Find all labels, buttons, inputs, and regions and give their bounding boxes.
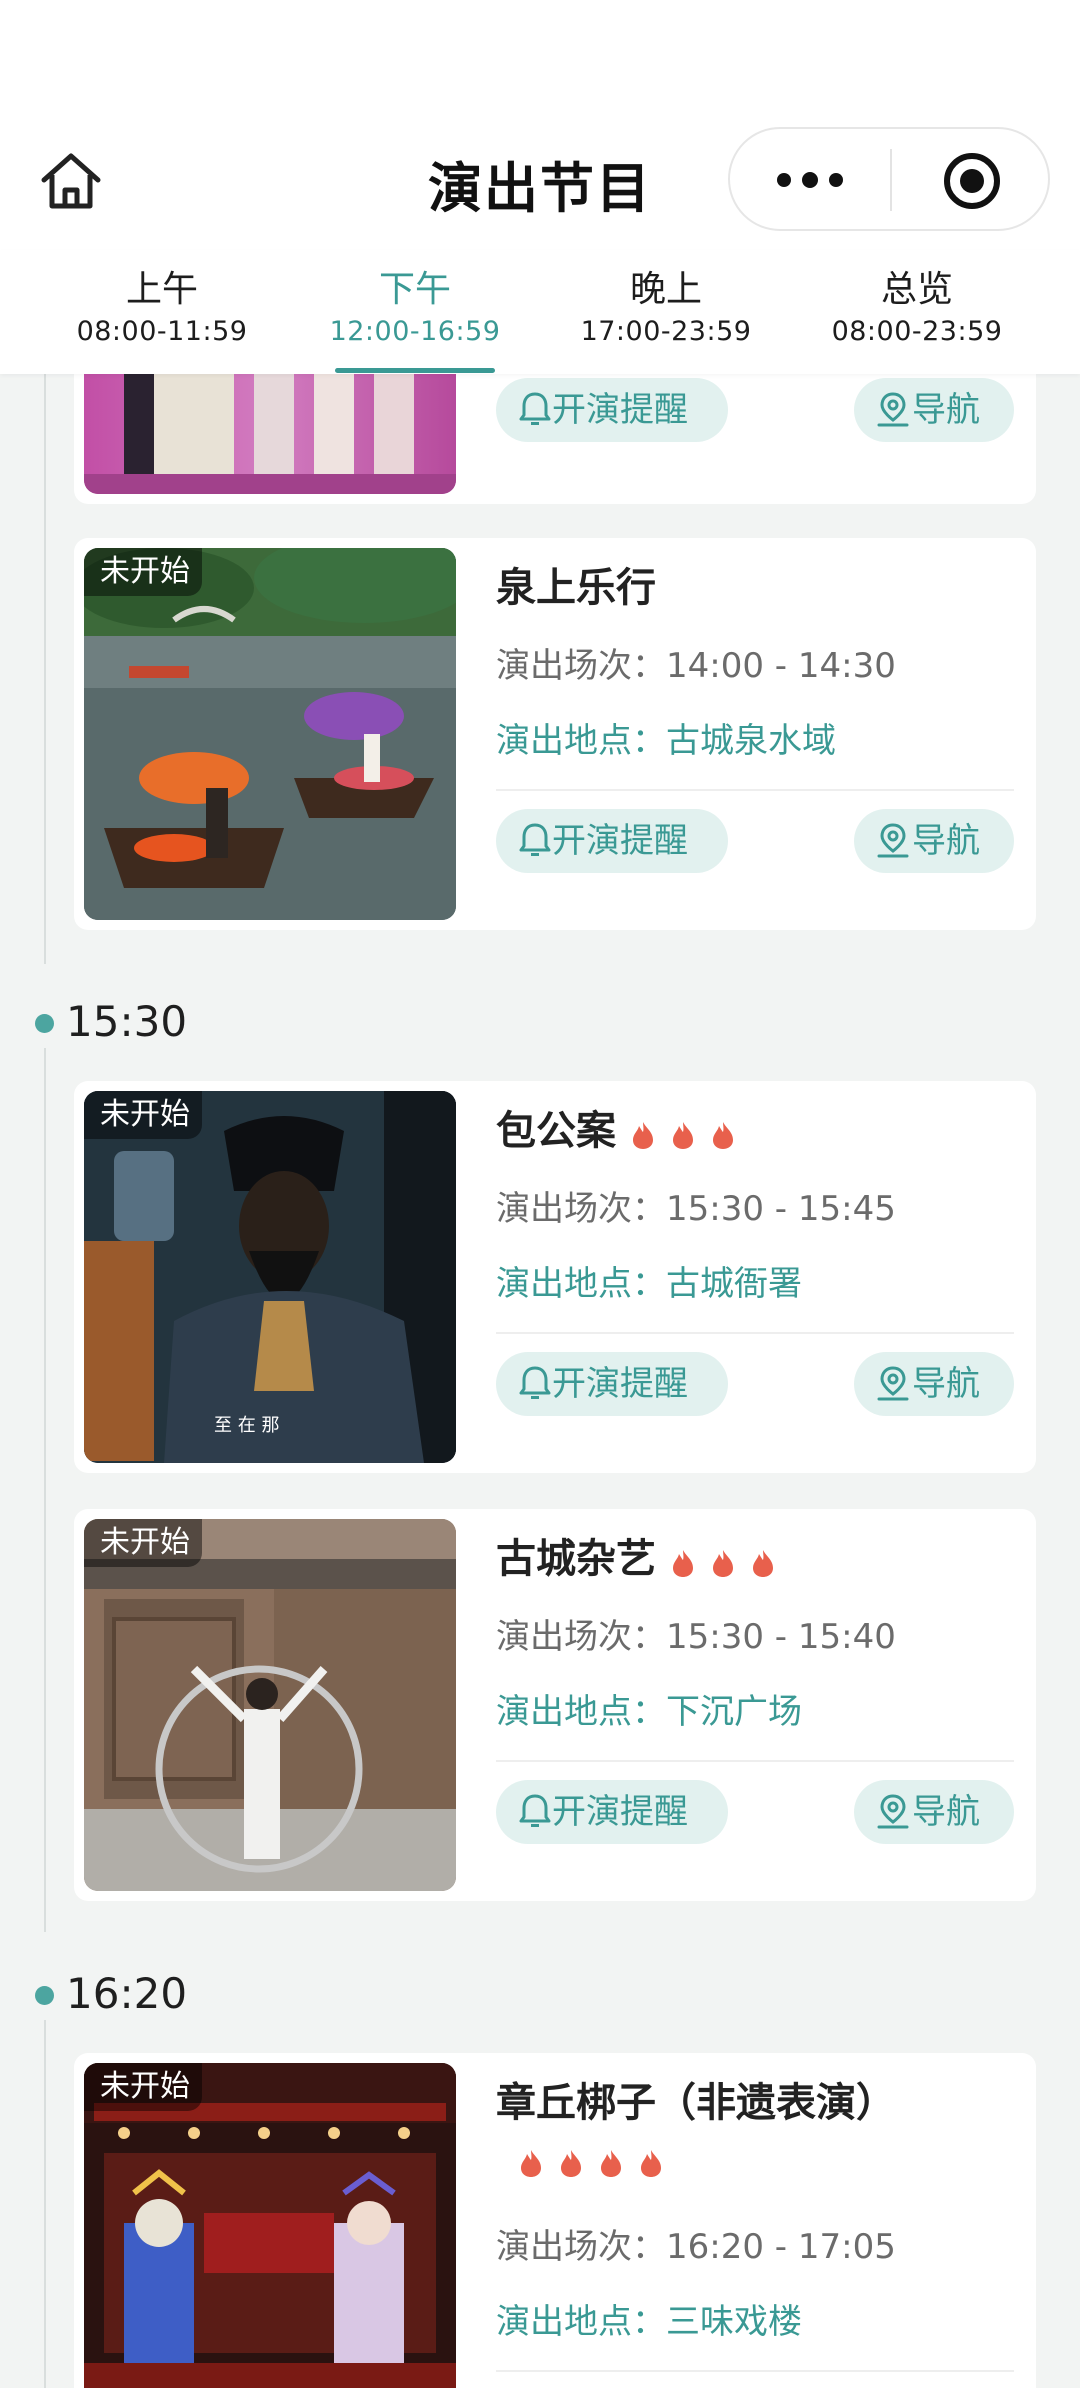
tab-time: 08:00-11:59 bbox=[76, 316, 248, 347]
navigate-button[interactable]: 导航 bbox=[854, 1352, 1014, 1416]
program-card[interactable]: 至 在 那 未开始 包公案 演出场次：15:30 - 15:45 演出地点：古城… bbox=[74, 1081, 1036, 1473]
program-card[interactable]: 未开始 章丘梆子（非遗表演） 演出场次：16:20 - 17:05 演出地点：三… bbox=[74, 2053, 1036, 2388]
capsule-divider bbox=[890, 149, 892, 211]
fire-icon bbox=[712, 1122, 733, 1149]
fire-icon bbox=[712, 1550, 733, 1577]
fire-icon bbox=[752, 1550, 773, 1577]
status-badge: 未开始 bbox=[84, 2063, 202, 2111]
program-image: 未开始 bbox=[84, 548, 456, 920]
program-card[interactable]: 未开始 泉上乐行 演出场次：14:00 - 14:30 演出地点：古城泉水域 开… bbox=[74, 538, 1036, 930]
tab-label: 上午 bbox=[125, 269, 198, 310]
card-divider bbox=[496, 1760, 1014, 1762]
time-tabs: 上午 08:00-11:59 下午 12:00-16:59 晚上 17:00-2… bbox=[0, 250, 1080, 374]
more-dots-icon bbox=[777, 172, 843, 188]
location-pin-icon bbox=[877, 1365, 909, 1400]
program-location: 演出地点：三味戏楼 bbox=[496, 2302, 802, 2342]
location-pin-icon bbox=[877, 391, 909, 426]
program-image: 未开始 bbox=[84, 2063, 456, 2388]
bell-icon bbox=[519, 1794, 551, 1827]
card-divider bbox=[496, 2370, 1014, 2372]
timeline-line bbox=[44, 1048, 46, 1932]
program-location: 演出地点：下沉广场 bbox=[496, 1692, 802, 1732]
bell-icon bbox=[519, 823, 551, 856]
timeline-line bbox=[44, 374, 46, 964]
tab-afternoon[interactable]: 下午 12:00-16:59 bbox=[290, 268, 540, 352]
program-title: 章丘梆子（非遗表演） bbox=[496, 2075, 1016, 2189]
timeline-line bbox=[44, 2020, 46, 2388]
svg-text:至 在 那: 至 在 那 bbox=[214, 1415, 279, 1436]
nav-bar: 演出节目 bbox=[0, 120, 1080, 250]
remind-button[interactable]: 开演提醒 bbox=[496, 1780, 728, 1844]
navigate-button[interactable]: 导航 bbox=[854, 809, 1014, 873]
status-badge: 未开始 bbox=[84, 548, 202, 596]
timeline-dot bbox=[35, 1986, 54, 2005]
program-title: 古城杂艺 bbox=[496, 1531, 776, 1589]
card-divider bbox=[496, 789, 1014, 791]
fire-icon bbox=[521, 2150, 541, 2177]
location-pin-icon bbox=[877, 822, 909, 857]
navigate-label: 导航 bbox=[912, 390, 980, 430]
fire-icon bbox=[633, 1122, 653, 1149]
tab-label: 晚上 bbox=[629, 269, 702, 310]
tab-evening[interactable]: 晚上 17:00-23:59 bbox=[541, 268, 791, 352]
tab-time: 08:00-23:59 bbox=[831, 316, 1003, 347]
navigate-button[interactable]: 导航 bbox=[854, 1780, 1014, 1844]
tab-morning[interactable]: 上午 08:00-11:59 bbox=[37, 268, 287, 352]
program-session: 演出场次：16:20 - 17:05 bbox=[496, 2227, 896, 2267]
mini-program-capsule bbox=[728, 127, 1050, 231]
program-image: 未开始 bbox=[84, 1519, 456, 1891]
heat-indicator bbox=[630, 1105, 736, 1161]
fire-icon bbox=[672, 1122, 693, 1149]
program-image bbox=[84, 374, 456, 494]
program-session: 演出场次：14:00 - 14:30 bbox=[496, 646, 896, 686]
program-session: 演出场次：15:30 - 15:40 bbox=[496, 1617, 896, 1657]
remind-label: 开演提醒 bbox=[552, 1364, 688, 1404]
fire-icon bbox=[640, 2150, 661, 2177]
target-icon bbox=[944, 153, 1000, 209]
fire-icon bbox=[560, 2150, 581, 2177]
tab-time: 12:00-16:59 bbox=[329, 316, 501, 347]
heat-indicator bbox=[670, 1533, 776, 1589]
timeline-dot bbox=[35, 1014, 54, 1033]
program-card[interactable]: 未开始 古城杂艺 演出场次：15:30 - 15:40 演出地点：下沉广场 开演… bbox=[74, 1509, 1036, 1901]
program-location: 演出地点：古城衙署 bbox=[496, 1264, 802, 1304]
remind-label: 开演提醒 bbox=[552, 1792, 688, 1832]
status-badge: 未开始 bbox=[84, 1091, 202, 1139]
tab-label: 总览 bbox=[880, 269, 953, 310]
status-badge: 未开始 bbox=[84, 1519, 202, 1567]
card-divider bbox=[496, 1332, 1014, 1334]
navigate-label: 导航 bbox=[912, 821, 980, 861]
tab-overview[interactable]: 总览 08:00-23:59 bbox=[792, 268, 1042, 352]
program-title: 泉上乐行 bbox=[496, 565, 656, 611]
more-button[interactable] bbox=[774, 165, 846, 195]
remind-button[interactable]: 开演提醒 bbox=[496, 809, 728, 873]
fire-icon bbox=[673, 1550, 693, 1577]
time-group-label: 15:30 bbox=[66, 997, 188, 1046]
heat-indicator bbox=[518, 2133, 664, 2189]
active-tab-indicator bbox=[335, 368, 495, 373]
navigate-label: 导航 bbox=[912, 1792, 980, 1832]
location-pin-icon bbox=[877, 1793, 909, 1828]
navigate-button[interactable]: 导航 bbox=[854, 378, 1014, 442]
program-title: 包公案 bbox=[496, 1103, 736, 1161]
program-card-partial[interactable]: 开演提醒 导航 bbox=[74, 374, 1036, 504]
remind-label: 开演提醒 bbox=[552, 390, 688, 430]
program-image: 至 在 那 未开始 bbox=[84, 1091, 456, 1463]
close-button[interactable] bbox=[942, 151, 1002, 211]
tab-label: 下午 bbox=[378, 269, 451, 310]
remind-button[interactable]: 开演提醒 bbox=[496, 1352, 728, 1416]
program-session: 演出场次：15:30 - 15:45 bbox=[496, 1189, 896, 1229]
remind-label: 开演提醒 bbox=[552, 821, 688, 861]
time-group-label: 16:20 bbox=[66, 1969, 188, 2018]
navigate-label: 导航 bbox=[912, 1364, 980, 1404]
bell-icon bbox=[519, 392, 551, 425]
remind-button[interactable]: 开演提醒 bbox=[496, 378, 728, 442]
fire-icon bbox=[600, 2150, 621, 2177]
status-bar bbox=[0, 0, 1080, 120]
program-location: 演出地点：古城泉水域 bbox=[496, 721, 836, 761]
bell-icon bbox=[519, 1366, 551, 1399]
tab-time: 17:00-23:59 bbox=[580, 316, 752, 347]
